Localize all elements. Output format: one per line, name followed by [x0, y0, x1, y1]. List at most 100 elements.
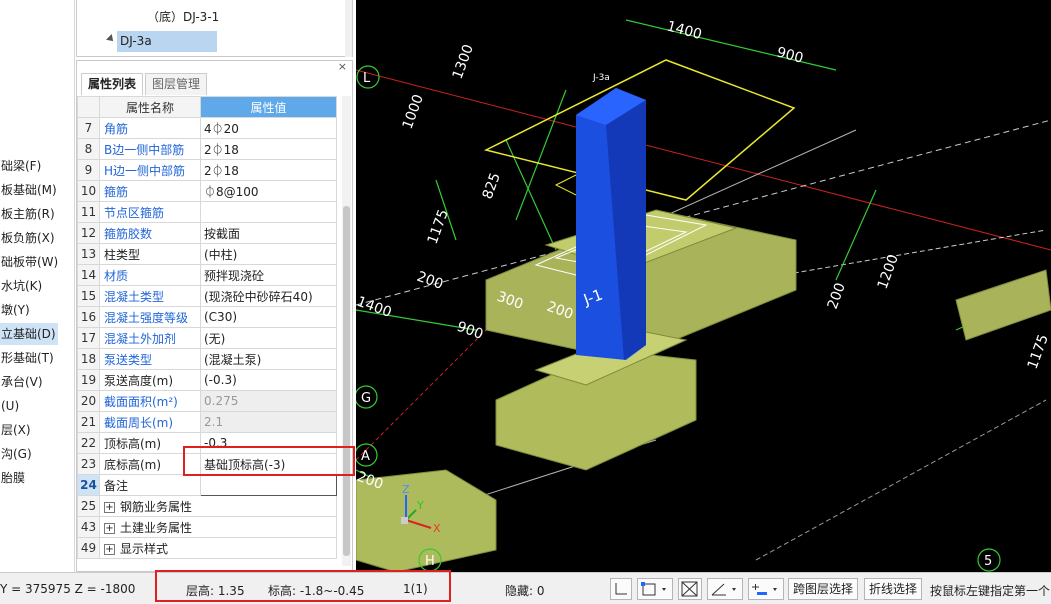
property-name: B边一侧中部筋 [99, 138, 201, 160]
property-row[interactable]: 12 箍筋胶数 按截面 [77, 222, 337, 244]
property-name: 混凝土类型 [99, 285, 201, 307]
nav-item[interactable]: 层(X) [0, 419, 31, 441]
svg-text:900: 900 [775, 44, 805, 66]
property-value[interactable] [200, 201, 337, 223]
property-panel: × 属性列表 图层管理 属性名称 属性值 7 角筋 4⏀20 8 B边一侧中部筋 2⏀18… [76, 60, 353, 572]
property-row[interactable]: 21 截面周长(m) 2.1 [77, 411, 337, 433]
property-row[interactable]: 16 混凝土强度等级 (C30) [77, 306, 337, 328]
nav-item[interactable]: 形基础(T) [0, 347, 54, 369]
property-row[interactable]: 14 材质 预拌现浇砼 [77, 264, 337, 286]
property-value[interactable] [200, 474, 337, 496]
row-number: 11 [77, 201, 100, 223]
svg-text:Y: Y [416, 499, 424, 512]
property-group-label: 钢筋业务属性 [120, 499, 193, 514]
tab-property-list[interactable]: 属性列表 [81, 73, 144, 95]
property-row[interactable]: 13 柱类型 (中柱) [77, 243, 337, 265]
property-row[interactable]: 49 + 显示样式 [77, 537, 337, 559]
expand-plus-icon[interactable]: + [104, 522, 115, 534]
expand-plus-icon[interactable]: + [104, 543, 115, 555]
property-row[interactable]: 20 截面面积(m²) 0.275 [77, 390, 337, 412]
collapse-arrow-icon[interactable] [106, 34, 116, 44]
nav-item[interactable]: 板负筋(X) [0, 227, 55, 249]
scrollbar-thumb[interactable] [343, 206, 350, 556]
nav-item[interactable]: 水坑(K) [0, 275, 42, 297]
property-group: + 土建业务属性 [99, 516, 337, 538]
property-value[interactable]: 按截面 [200, 222, 337, 244]
header-property-name: 属性名称 [99, 96, 201, 118]
property-name: 箍筋胶数 [99, 222, 201, 244]
property-value[interactable]: (现浇砼中砂碎石40) [200, 285, 337, 307]
property-group-label: 土建业务属性 [120, 520, 193, 535]
tree-item-dj-3a[interactable]: DJ-3a [117, 31, 217, 52]
property-name: 节点区箍筋 [99, 201, 201, 223]
property-value[interactable]: (C30) [200, 306, 337, 328]
property-name: 泵送高度(m) [99, 369, 201, 391]
property-row[interactable]: 7 角筋 4⏀20 [77, 117, 337, 139]
property-row[interactable]: 11 节点区箍筋 [77, 201, 337, 223]
cross-layer-select-button[interactable]: 跨图层选择 [788, 578, 859, 600]
nav-item[interactable]: 沟(G) [0, 443, 32, 465]
polyline-select-button[interactable]: 折线选择 [864, 578, 923, 600]
cross-icon [681, 581, 698, 597]
tab-layer-management[interactable]: 图层管理 [145, 73, 208, 95]
row-number: 23 [77, 453, 100, 475]
property-row[interactable]: 24 备注 [77, 474, 337, 496]
nav-item[interactable]: 础梁(F) [0, 155, 41, 177]
property-row[interactable]: 43 + 土建业务属性 [77, 516, 337, 538]
expand-plus-icon[interactable]: + [104, 501, 115, 513]
property-value[interactable]: ⏀8@100 [200, 180, 337, 202]
property-row[interactable]: 17 混凝土外加剂 (无) [77, 327, 337, 349]
nav-item[interactable]: 板基础(M) [0, 179, 57, 201]
row-number: 20 [77, 390, 100, 412]
panel-scrollbar[interactable] [342, 96, 351, 566]
property-row[interactable]: 8 B边一侧中部筋 2⏀18 [77, 138, 337, 160]
row-number: 14 [77, 264, 100, 286]
status-hidden: 隐藏: 0 [505, 584, 545, 598]
property-value[interactable]: (-0.3) [200, 369, 337, 391]
property-row[interactable]: 18 泵送类型 (混凝土泵) [77, 348, 337, 370]
label-j3a: J-3a [592, 73, 610, 83]
property-name: H边一侧中部筋 [99, 159, 201, 181]
property-name: 箍筋 [99, 180, 201, 202]
ortho-snap-button[interactable] [610, 578, 632, 600]
property-value[interactable]: 2⏀18 [200, 159, 337, 181]
property-value[interactable]: (无) [200, 327, 337, 349]
row-number: 22 [77, 432, 100, 454]
property-name: 角筋 [99, 117, 201, 139]
nav-item[interactable]: 墩(Y) [0, 299, 30, 321]
property-row[interactable]: 15 混凝土类型 (现浇砼中砂碎石40) [77, 285, 337, 307]
property-row[interactable]: 9 H边一侧中部筋 2⏀18 [77, 159, 337, 181]
status-coordinates: Y = 375975 Z = -1800 [0, 582, 136, 596]
angle-dropdown[interactable] [707, 578, 743, 600]
offset-dropdown[interactable] [748, 578, 784, 600]
nav-item[interactable]: 胎膜 [0, 467, 25, 489]
property-row[interactable]: 10 箍筋 ⏀8@100 [77, 180, 337, 202]
panel-close-icon[interactable]: × [338, 60, 347, 73]
row-number: 16 [77, 306, 100, 328]
highlight-bottom-elevation [183, 446, 355, 476]
nav-item[interactable]: (U) [0, 395, 19, 417]
snap-mode-dropdown[interactable] [637, 578, 673, 600]
svg-text:1200: 1200 [875, 252, 902, 291]
row-number: 17 [77, 327, 100, 349]
svg-text:1000: 1000 [400, 92, 427, 131]
property-value[interactable]: (混凝土泵) [200, 348, 337, 370]
svg-text:X: X [433, 522, 441, 535]
cancel-snap-button[interactable] [678, 578, 702, 600]
row-number: 19 [77, 369, 100, 391]
property-value[interactable]: 预拌现浇砼 [200, 264, 337, 286]
property-row[interactable]: 19 泵送高度(m) (-0.3) [77, 369, 337, 391]
3d-viewport[interactable]: 1400 900 1300 1000 825 1175 200 300 200 … [356, 0, 1051, 572]
nav-item[interactable]: 础板带(W) [0, 251, 58, 273]
property-value[interactable]: (中柱) [200, 243, 337, 265]
nav-item[interactable]: 立基础(D) [0, 323, 58, 345]
nav-item[interactable]: 板主筋(R) [0, 203, 55, 225]
tree-item-dj-3-1[interactable]: （底）DJ-3-1 [147, 8, 219, 25]
property-value[interactable]: 4⏀20 [200, 117, 337, 139]
tree-scrollbar[interactable] [345, 0, 352, 57]
property-row[interactable]: 25 + 钢筋业务属性 [77, 495, 337, 517]
svg-text:1300: 1300 [450, 42, 477, 81]
property-value[interactable]: 2⏀18 [200, 138, 337, 160]
nav-item[interactable]: 承台(V) [0, 371, 43, 393]
property-name: 材质 [99, 264, 201, 286]
